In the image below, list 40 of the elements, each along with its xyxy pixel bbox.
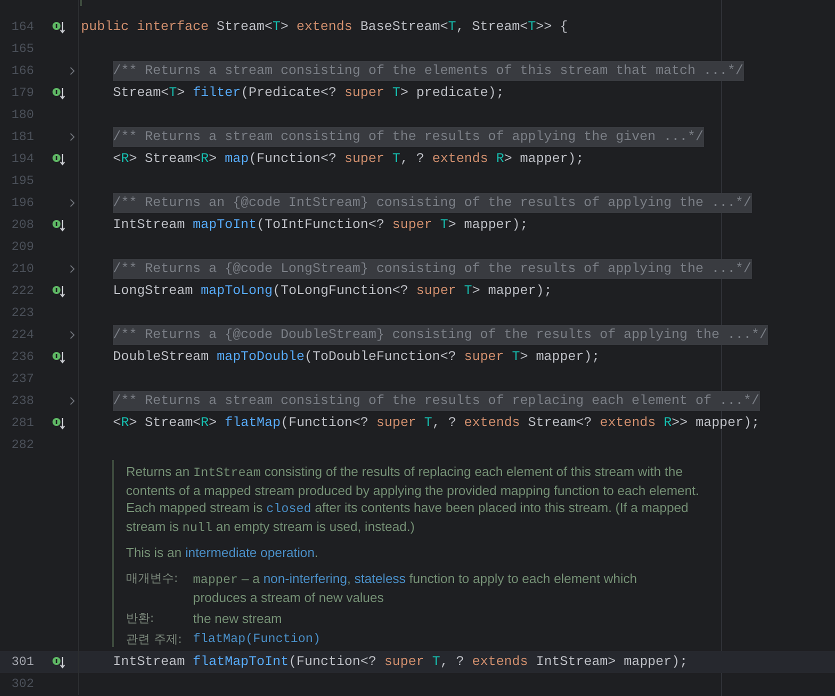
line-number: 301 (11, 654, 34, 671)
doc-link[interactable]: closed (266, 502, 312, 516)
chevron-right-icon[interactable] (70, 67, 75, 75)
code-line: public interface Stream<T> extends BaseStream<T, Stream<T>> { (81, 18, 568, 36)
code-line: LongStream mapToLong(ToLongFunction<? super T> mapper); (113, 282, 552, 300)
code-line: <R> Stream<R> flatMap(Function<? super T, ? extends Stream<? extends R>> mapper); (113, 414, 760, 432)
doc-label: 매개변수: (126, 570, 180, 587)
chevron-right-icon[interactable] (70, 397, 75, 405)
chevron-right-icon[interactable] (70, 199, 75, 207)
circle-arrow-icon[interactable] (52, 218, 65, 232)
circle-arrow-icon[interactable] (52, 152, 65, 166)
code-line: IntStream mapToInt(ToIntFunction<? super T> mapper); (113, 216, 528, 234)
folded-comment[interactable]: /** Returns a stream consisting of the results of applying the given ...*/ (113, 127, 704, 147)
doc-label: 반환: (126, 610, 156, 627)
folded-comment[interactable]: /** Returns a stream consisting of the results of replacing each element of ...*/ (113, 391, 760, 411)
folded-comment[interactable]: /** Returns an {@code IntStream} consisting of the results of applying the ...*/ (113, 193, 752, 213)
circle-arrow-icon[interactable] (52, 416, 65, 430)
doc-link[interactable]: stateless (354, 571, 406, 586)
circle-arrow-icon[interactable] (52, 656, 65, 668)
circle-arrow-icon[interactable] (52, 20, 65, 34)
doc-paragraph: This is an intermediate operation. (126, 544, 320, 561)
doc-link[interactable]: non-interfering (263, 571, 348, 586)
doc-text: the new stream (193, 610, 283, 627)
folded-comment[interactable]: /** Returns a {@code DoubleStream} consisting of the results of applying the ...*/ (113, 325, 768, 345)
circle-arrow-icon[interactable] (52, 86, 65, 100)
folded-comment[interactable]: /** Returns a stream consisting of the elements of this stream that match ...*/ (113, 61, 744, 81)
code-line: DoubleStream mapToDouble(ToDoubleFunction<? super T> mapper); (113, 348, 600, 366)
code-line: IntStream flatMapToInt(Function<? super T, ? extends IntStream> mapper); (113, 653, 688, 672)
chevron-right-icon[interactable] (70, 133, 75, 141)
code-line: <R> Stream<R> map(Function<? super T, ? extends R> mapper); (113, 150, 584, 168)
circle-arrow-icon[interactable] (52, 350, 65, 364)
code-line: Stream<T> filter(Predicate<? super T> predicate); (113, 84, 504, 102)
doc-link[interactable]: intermediate operation (185, 545, 315, 560)
folded-comment[interactable]: /** Returns a {@code LongStream} consisting of the results of applying the ...*/ (113, 259, 752, 279)
circle-arrow-icon[interactable] (52, 284, 65, 298)
doc-paragraph: Returns an IntStream consisting of the results of replacing each element of this stream with the contents of a mapped stream produced by applying the provided mapping function to each element. Each mapped stream is closed after its contents have been placed into this stream. (If a mapped stream is null an empty stream is used, instead.) (126, 463, 700, 537)
doc-link[interactable]: flatMap(Function) (193, 631, 321, 648)
chevron-right-icon[interactable] (70, 331, 75, 339)
chevron-right-icon[interactable] (70, 265, 75, 273)
doc-label: 관련 주제: (126, 631, 183, 648)
